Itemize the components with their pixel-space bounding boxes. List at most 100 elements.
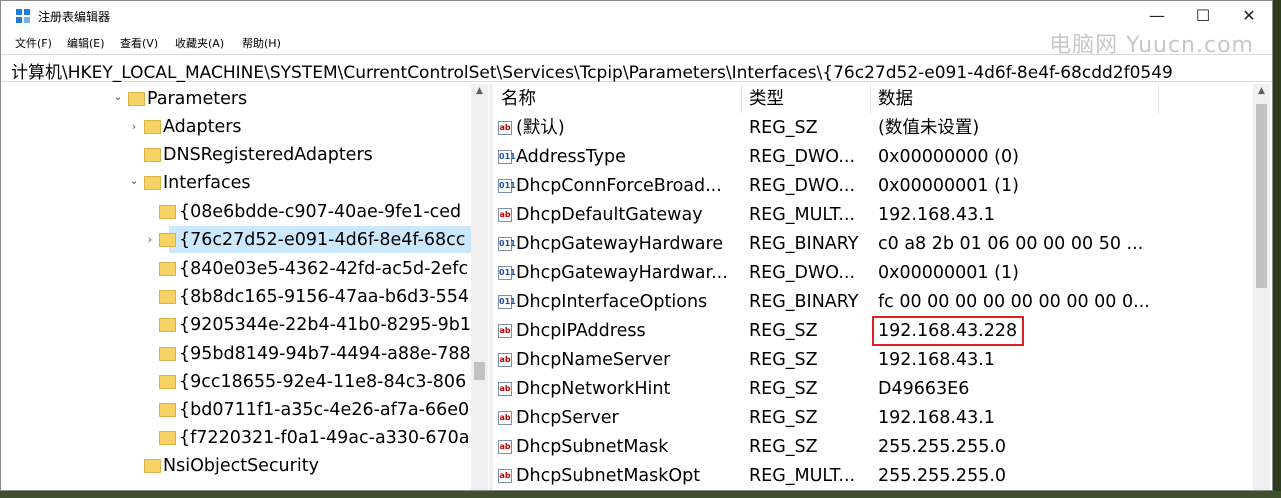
value-type: REG_SZ (749, 379, 818, 399)
menu-view[interactable]: 查看(V) (120, 35, 158, 51)
values-scrollbar-thumb[interactable] (1256, 104, 1267, 288)
value-name: DhcpGatewayHardwar... (516, 263, 728, 283)
tree-item-interfaces[interactable]: ⌄ Interfaces (1, 170, 471, 196)
column-divider[interactable] (870, 84, 871, 113)
folder-icon (128, 92, 145, 106)
value-data: fc 00 00 00 00 00 00 00 00 0... (878, 292, 1150, 312)
tree-item-interface-guid[interactable]: {8b8dc165-9156-47aa-b6d3-554 (1, 284, 471, 310)
value-data: 255.255.255.0 (878, 437, 1007, 457)
column-divider[interactable] (1158, 84, 1159, 113)
value-row[interactable]: ab DhcpServer REG_SZ 192.168.43.1 (493, 404, 1253, 433)
string-value-icon: ab (498, 411, 512, 425)
value-name: DhcpSubnetMask (516, 437, 669, 457)
key-tree[interactable]: ⌄ Parameters › Adapters DNSRegisteredAda… (1, 84, 489, 490)
tree-item-label: {9205344e-22b4-41b0-8295-9b1 (179, 315, 472, 335)
value-type: REG_BINARY (749, 234, 859, 254)
desktop-background (1273, 0, 1281, 498)
values-scrollbar[interactable]: ▲ (1253, 84, 1270, 490)
regedit-icon (16, 9, 30, 23)
folder-icon (159, 233, 176, 247)
folder-icon (144, 176, 161, 190)
value-row[interactable]: 011 DhcpGatewayHardware REG_BINARY c0 a8 2b… (493, 230, 1253, 259)
tree-item-label: NsiObjectSecurity (163, 456, 319, 476)
binary-value-icon: 011 (498, 150, 516, 164)
value-data: 192.168.43.1 (878, 350, 995, 370)
tree-item-label: {8b8dc165-9156-47aa-b6d3-554 (179, 287, 470, 307)
folder-icon (159, 262, 176, 276)
menu-file[interactable]: 文件(F) (15, 35, 52, 51)
column-header-name[interactable]: 名称 (501, 84, 536, 113)
menu-favorites[interactable]: 收藏夹(A) (175, 35, 224, 51)
address-bar[interactable]: 计算机\HKEY_LOCAL_MACHINE\SYSTEM\CurrentCon… (1, 54, 1272, 83)
string-value-icon: ab (498, 469, 512, 483)
value-row[interactable]: ab DhcpSubnetMask REG_SZ 255.255.255.0 (493, 433, 1253, 462)
value-type: REG_MULT... (749, 466, 856, 486)
value-data: 0x00000001 (1) (878, 263, 1019, 283)
value-row[interactable]: 011 DhcpInterfaceOptions REG_BINARY fc 00 0… (493, 288, 1253, 317)
tree-item-label: {08e6bdde-c907-40ae-9fe1-ced (179, 202, 462, 222)
chevron-right-icon[interactable]: › (143, 227, 157, 253)
tree-item-nsiobjectsecurity[interactable]: NsiObjectSecurity (1, 453, 471, 479)
value-type: REG_SZ (749, 437, 818, 457)
tree-item-parameters[interactable]: ⌄ Parameters (1, 86, 471, 112)
chevron-right-icon[interactable]: › (127, 114, 141, 140)
chevron-down-icon[interactable]: ⌄ (111, 84, 125, 110)
column-divider[interactable] (741, 84, 742, 113)
scroll-up-icon[interactable]: ▲ (471, 86, 488, 96)
string-value-icon: ab (498, 121, 512, 135)
tree-item-interface-guid[interactable]: {9205344e-22b4-41b0-8295-9b1 (1, 312, 471, 338)
value-data: 192.168.43.1 (878, 408, 995, 428)
tree-item-dnsregisteredadapters[interactable]: DNSRegisteredAdapters (1, 142, 471, 168)
value-name: DhcpServer (516, 408, 619, 428)
tree-item-adapters[interactable]: › Adapters (1, 114, 471, 140)
value-row[interactable]: 011 DhcpGatewayHardwar... REG_DWO... 0x0000… (493, 259, 1253, 288)
value-row[interactable]: 011 DhcpConnForceBroad... REG_DWO... 0x0000… (493, 172, 1253, 201)
tree-scrollbar[interactable]: ▲ (471, 84, 488, 490)
value-data: (数值未设置) (878, 118, 980, 138)
column-header-type[interactable]: 类型 (749, 84, 784, 113)
folder-icon (159, 403, 176, 417)
tree-item-label: {f7220321-f0a1-49ac-a330-670a (179, 428, 470, 448)
value-data: 0x00000000 (0) (878, 147, 1019, 167)
value-row[interactable]: ab DhcpNameServer REG_SZ 192.168.43.1 (493, 346, 1253, 375)
address-path[interactable]: 计算机\HKEY_LOCAL_MACHINE\SYSTEM\CurrentCon… (11, 58, 1173, 83)
value-row[interactable]: ab (默认) REG_SZ (数值未设置) (493, 114, 1253, 143)
folder-icon (159, 205, 176, 219)
tree-item-interface-guid[interactable]: {840e03e5-4362-42fd-ac5d-2efc (1, 256, 471, 282)
tree-item-interface-guid[interactable]: {95bd8149-94b7-4494-a88e-788 (1, 341, 471, 367)
string-value-icon: ab (498, 440, 512, 454)
binary-value-icon: 011 (498, 179, 516, 193)
value-name: DhcpConnForceBroad... (516, 176, 722, 196)
highlight-box (872, 316, 1024, 346)
tree-scrollbar-thumb[interactable] (474, 362, 485, 380)
tree-item-interface-guid-selected[interactable]: › {76c27d52-e091-4d6f-8e4f-68cc (1, 227, 471, 253)
value-row[interactable]: ab DhcpDefaultGateway REG_MULT... 192.168.4… (493, 201, 1253, 230)
chevron-down-icon[interactable]: ⌄ (127, 168, 141, 194)
string-value-icon: ab (498, 382, 512, 396)
tree-item-label: Parameters (147, 89, 248, 109)
tree-item-interface-guid[interactable]: {bd0711f1-a35c-4e26-af7a-66e0 (1, 397, 471, 423)
value-row[interactable]: ab DhcpSubnetMaskOpt REG_MULT... 255.255.25… (493, 462, 1253, 490)
folder-icon (144, 148, 161, 162)
menu-edit[interactable]: 编辑(E) (67, 35, 105, 51)
menu-help[interactable]: 帮助(H) (242, 35, 281, 51)
value-row[interactable]: ab DhcpNetworkHint REG_SZ D49663E6 (493, 375, 1253, 404)
folder-icon (144, 459, 161, 473)
scroll-up-icon[interactable]: ▲ (1253, 86, 1270, 96)
column-header-data[interactable]: 数据 (878, 84, 913, 113)
values-list[interactable]: 名称 类型 数据 ab (默认) REG_SZ (数值未设置) 011 AddressTy… (493, 84, 1272, 490)
desktop-background (0, 491, 1281, 498)
value-name: DhcpSubnetMaskOpt (516, 466, 701, 486)
value-name: DhcpDefaultGateway (516, 205, 703, 225)
tree-item-interface-guid[interactable]: {f7220321-f0a1-49ac-a330-670a (1, 425, 471, 451)
tree-item-label: {9cc18655-92e4-11e8-84c3-806 (179, 372, 467, 392)
value-name: DhcpNetworkHint (516, 379, 671, 399)
tree-item-interface-guid[interactable]: {08e6bdde-c907-40ae-9fe1-ced (1, 199, 471, 225)
value-type: REG_SZ (749, 118, 818, 138)
tree-item-label: Interfaces (163, 173, 251, 193)
value-type: REG_DWO... (749, 263, 856, 283)
value-name: (默认) (516, 118, 565, 138)
value-name: DhcpIPAddress (516, 321, 646, 341)
tree-item-interface-guid[interactable]: {9cc18655-92e4-11e8-84c3-806 (1, 369, 471, 395)
value-row[interactable]: 011 AddressType REG_DWO... 0x00000000 (0) (493, 143, 1253, 172)
